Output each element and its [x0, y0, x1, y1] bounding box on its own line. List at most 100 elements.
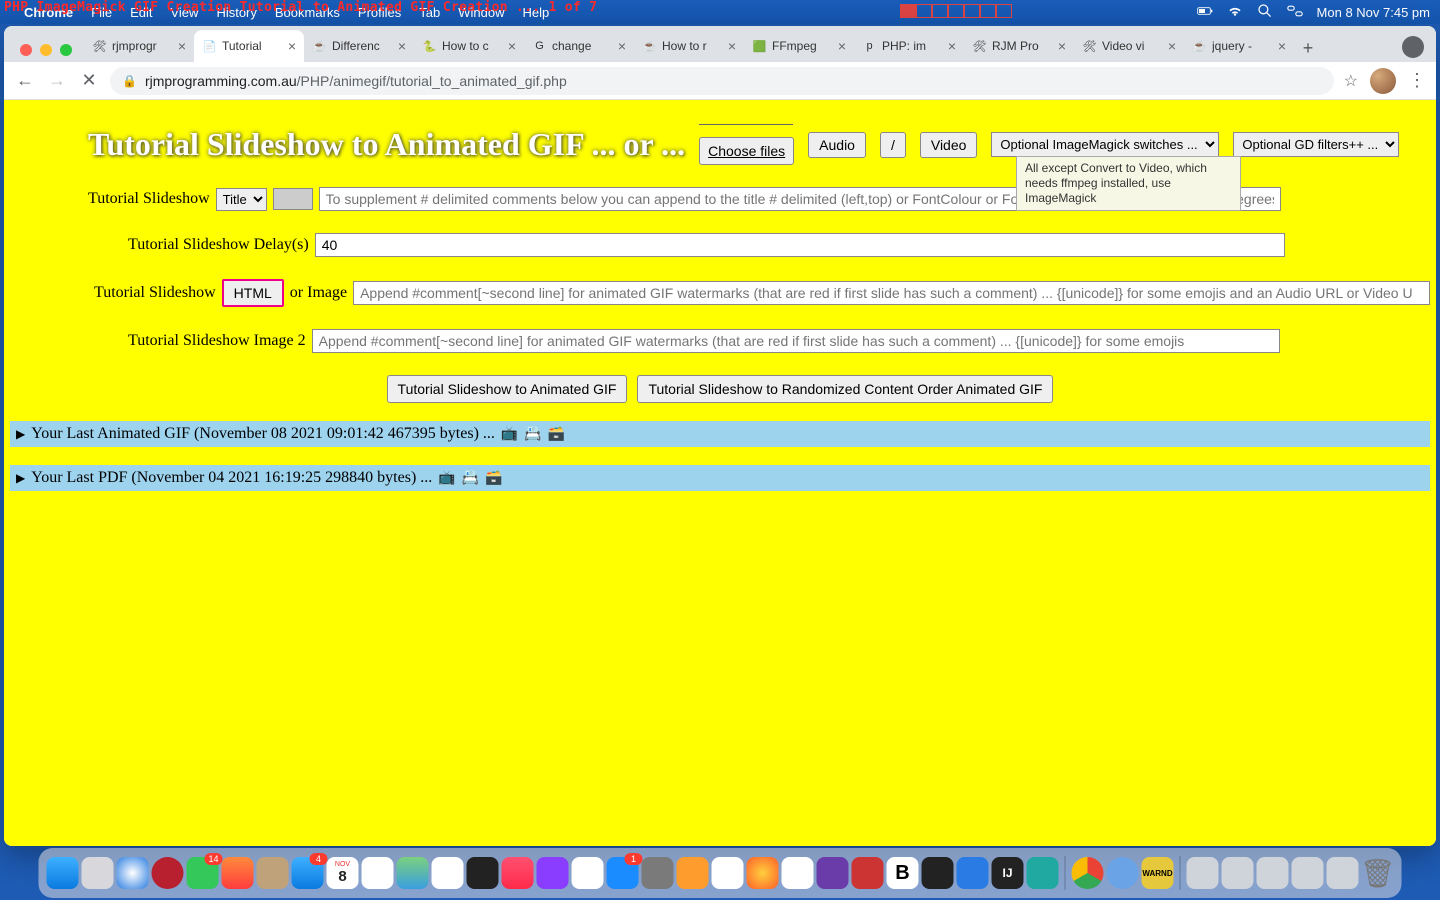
dock-xcode[interactable] — [957, 857, 989, 889]
battery-icon[interactable] — [1197, 3, 1213, 22]
dock-stack2[interactable] — [1222, 857, 1254, 889]
menubar-datetime[interactable]: Mon 8 Nov 7:45 pm — [1317, 5, 1430, 20]
browser-tab[interactable]: 🛠 Video vi × — [1074, 30, 1184, 62]
browser-tab[interactable]: 🐍 How to c × — [414, 30, 524, 62]
tab-close-icon[interactable]: × — [1168, 38, 1176, 54]
tab-close-icon[interactable]: × — [178, 38, 186, 54]
dock-intellij[interactable]: IJ — [992, 857, 1024, 889]
control-center-icon[interactable] — [1287, 3, 1303, 22]
macos-dock[interactable]: NOV8 B IJ WARND 🗑 — [39, 848, 1402, 898]
new-tab-button[interactable]: + — [1294, 34, 1322, 62]
dock-chromium[interactable] — [1107, 857, 1139, 889]
dock-safari[interactable] — [117, 857, 149, 889]
card-index-icon[interactable]: 🗃️ — [485, 470, 502, 487]
title-select[interactable]: Title — [216, 188, 267, 211]
dock-messages[interactable] — [187, 857, 219, 889]
colour-swatch[interactable] — [273, 188, 313, 210]
tab-close-icon[interactable]: × — [288, 38, 296, 54]
back-button[interactable]: ← — [14, 70, 36, 92]
lock-icon[interactable]: 🔒 — [122, 74, 137, 88]
card-box-icon[interactable]: 📇 — [524, 426, 541, 443]
dock-photos[interactable] — [432, 857, 464, 889]
wifi-icon[interactable] — [1227, 3, 1243, 22]
dock-finder[interactable] — [47, 857, 79, 889]
browser-tab[interactable]: 🛠 RJM Pro × — [964, 30, 1074, 62]
imagemagick-switches-select[interactable]: Optional ImageMagick switches ... — [991, 132, 1219, 157]
dock-chrome[interactable] — [1072, 857, 1104, 889]
dock-stack3[interactable] — [1257, 857, 1289, 889]
delay-input[interactable] — [315, 233, 1285, 257]
tab-close-icon[interactable]: × — [838, 38, 846, 54]
profile-avatar[interactable] — [1370, 68, 1396, 94]
tab-close-icon[interactable]: × — [508, 38, 516, 54]
tab-close-icon[interactable]: × — [1278, 38, 1286, 54]
dock-maps[interactable] — [397, 857, 429, 889]
dock-music[interactable] — [502, 857, 534, 889]
dock-downloads[interactable] — [1327, 857, 1359, 889]
to-animated-gif-button[interactable]: Tutorial Slideshow to Animated GIF — [387, 375, 628, 403]
tab-close-icon[interactable]: × — [728, 38, 736, 54]
browser-tab[interactable]: p PHP: im × — [854, 30, 964, 62]
dock-appstore[interactable] — [607, 857, 639, 889]
dock-brave[interactable] — [712, 857, 744, 889]
dock-reminders[interactable] — [362, 857, 394, 889]
tv-icon[interactable]: 📺 — [438, 470, 455, 487]
choose-files-button[interactable]: Choose files — [699, 137, 794, 165]
browser-tab[interactable]: ☕ Differenc × — [304, 30, 414, 62]
dock-podcasts[interactable] — [537, 857, 569, 889]
audio-button[interactable]: Audio — [808, 132, 866, 158]
last-gif-details[interactable]: ▶ Your Last Animated GIF (November 08 20… — [10, 421, 1430, 447]
dock-news[interactable] — [572, 857, 604, 889]
gd-filters-select[interactable]: Optional GD filters++ ... — [1233, 132, 1399, 157]
dock-tv[interactable] — [467, 857, 499, 889]
tab-close-icon[interactable]: × — [948, 38, 956, 54]
dock-terminal[interactable] — [922, 857, 954, 889]
window-traffic-lights[interactable] — [14, 44, 84, 62]
browser-tab[interactable]: 🟩 FFmpeg × — [744, 30, 854, 62]
dock-stack1[interactable] — [1187, 857, 1219, 889]
dock-trash[interactable]: 🗑 — [1362, 856, 1394, 890]
browser-tab[interactable]: G change × — [524, 30, 634, 62]
spotlight-icon[interactable] — [1257, 3, 1273, 22]
last-pdf-details[interactable]: ▶ Your Last PDF (November 04 2021 16:19:… — [10, 465, 1430, 491]
dock-tor[interactable] — [817, 857, 849, 889]
dock-calendar[interactable]: NOV8 — [327, 857, 359, 889]
browser-tab[interactable]: ☕ jquery - × — [1184, 30, 1294, 62]
card-index-icon[interactable]: 🗃️ — [548, 426, 565, 443]
window-close-icon[interactable] — [20, 44, 32, 56]
profile-indicator-icon[interactable] — [1402, 36, 1424, 58]
tab-close-icon[interactable]: × — [398, 38, 406, 54]
dock-bold-b[interactable]: B — [887, 857, 919, 889]
browser-tab[interactable]: 🛠 rjmprogr × — [84, 30, 194, 62]
dock-contacts[interactable] — [257, 857, 289, 889]
stop-reload-button[interactable]: ✕ — [78, 70, 100, 92]
html-button[interactable]: HTML — [222, 279, 284, 307]
dock-photobooth[interactable] — [222, 857, 254, 889]
dock-opera[interactable] — [152, 857, 184, 889]
dock-webstorm[interactable] — [1027, 857, 1059, 889]
to-randomized-gif-button[interactable]: Tutorial Slideshow to Randomized Content… — [637, 375, 1053, 403]
browser-tab[interactable]: 📄 Tutorial × — [194, 30, 304, 62]
dock-firefox[interactable] — [747, 857, 779, 889]
dock-mail[interactable] — [292, 857, 324, 889]
image2-input[interactable] — [312, 329, 1280, 353]
video-button[interactable]: Video — [920, 132, 978, 158]
dock-stack4[interactable] — [1292, 857, 1324, 889]
slash-button[interactable]: / — [880, 132, 906, 158]
dock-textedit[interactable] — [782, 857, 814, 889]
dock-filezilla[interactable] — [852, 857, 884, 889]
tab-close-icon[interactable]: × — [618, 38, 626, 54]
dock-warnd[interactable]: WARND — [1142, 857, 1174, 889]
forward-button[interactable]: → — [46, 70, 68, 92]
bookmark-star-icon[interactable]: ☆ — [1344, 71, 1358, 91]
dock-launchpad[interactable] — [82, 857, 114, 889]
window-minimize-icon[interactable] — [40, 44, 52, 56]
window-zoom-icon[interactable] — [60, 44, 72, 56]
chrome-menu-icon[interactable]: ⋮ — [1408, 70, 1426, 91]
dock-preferences[interactable] — [642, 857, 674, 889]
address-bar[interactable]: 🔒 rjmprogramming.com.au/PHP/animegif/tut… — [110, 67, 1334, 95]
image1-input[interactable] — [353, 281, 1430, 305]
tv-icon[interactable]: 📺 — [501, 426, 518, 443]
tab-close-icon[interactable]: × — [1058, 38, 1066, 54]
dock-pages[interactable] — [677, 857, 709, 889]
